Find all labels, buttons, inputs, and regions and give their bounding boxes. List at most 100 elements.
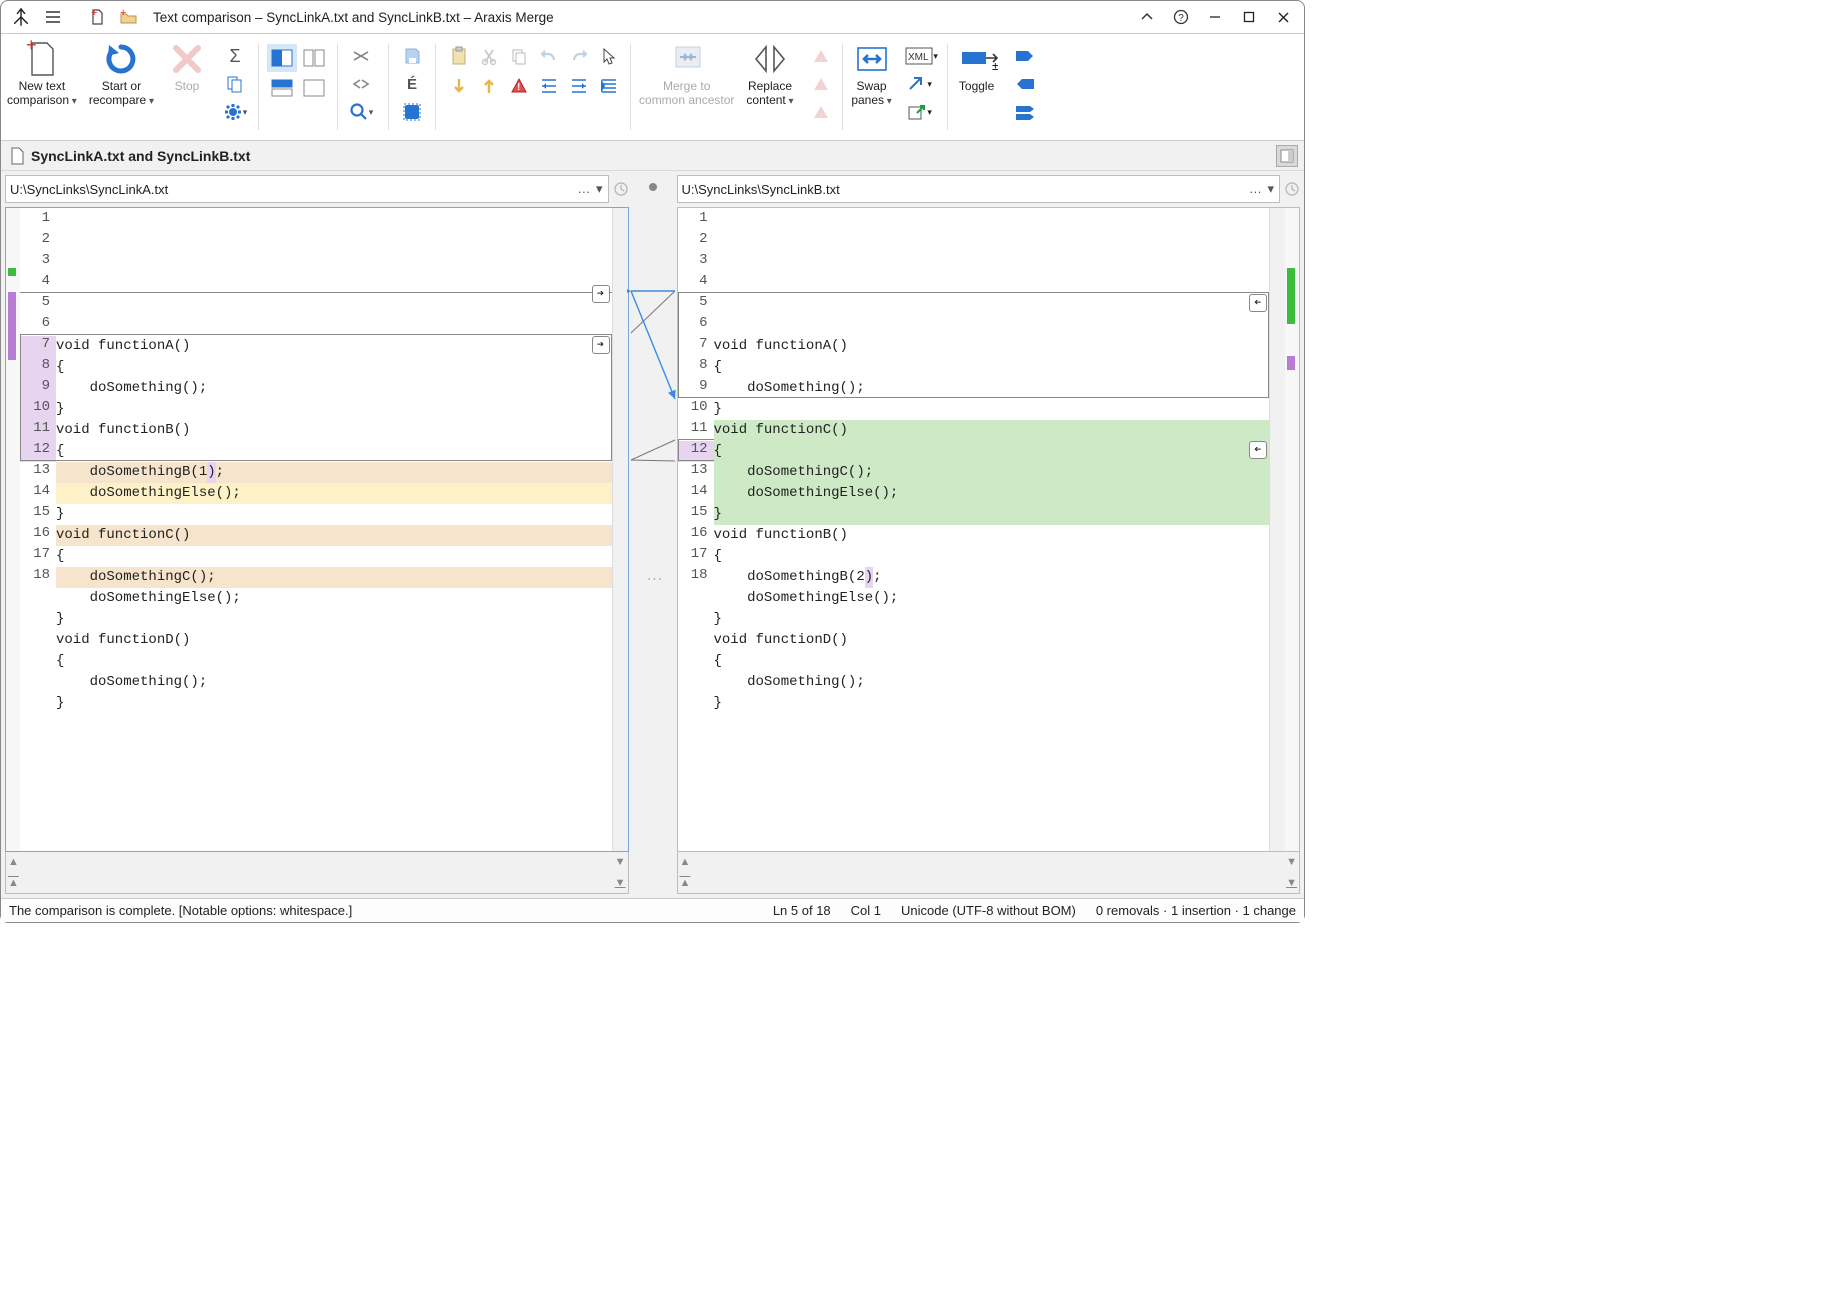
right-path-bar[interactable]: U:\SyncLinks\SyncLinkB.txt … ▾ xyxy=(677,175,1281,203)
cut-icon xyxy=(474,42,504,70)
tab-title[interactable]: SyncLinkA.txt and SyncLinkB.txt xyxy=(31,148,250,164)
start-recompare-button[interactable]: Start or recompare xyxy=(83,34,160,140)
right-overview-strip[interactable] xyxy=(1285,208,1299,851)
xml-icon[interactable]: XML▾ xyxy=(905,42,939,70)
svg-text:?: ? xyxy=(1178,13,1184,24)
app-logo-icon[interactable] xyxy=(9,5,33,29)
left-path-actions[interactable]: … ▾ xyxy=(577,181,603,197)
swap-label: Swap panes xyxy=(851,80,892,108)
right-editor[interactable]: 123456789101112131415161718 ➔ ➔ void fun… xyxy=(677,207,1301,852)
help-icon[interactable]: ? xyxy=(1164,3,1198,31)
merge-right-button-2[interactable]: ➔ xyxy=(592,336,610,354)
merge-right-button-1[interactable]: ➔ xyxy=(592,285,610,303)
svg-text:+: + xyxy=(91,8,97,19)
tab-strip: SyncLinkA.txt and SyncLinkB.txt xyxy=(1,141,1304,171)
paste-icon xyxy=(444,42,474,70)
flag-stripes-icon[interactable] xyxy=(1010,98,1040,126)
alert-mid-icon xyxy=(806,70,836,98)
collapse-icon[interactable] xyxy=(346,42,376,70)
layout-single-icon[interactable] xyxy=(299,74,329,102)
titlebar: + + Text comparison – SyncLinkA.txt and … xyxy=(1,1,1304,33)
toggle-label: Toggle xyxy=(959,80,994,94)
status-col: Col 1 xyxy=(851,903,881,918)
warning-icon[interactable]: ! xyxy=(504,72,534,100)
select-box-icon[interactable] xyxy=(397,98,427,126)
flag-right-blue-icon[interactable] xyxy=(1010,42,1040,70)
svg-text:!: ! xyxy=(517,82,520,93)
status-bar: The comparison is complete. [Notable opt… xyxy=(1,898,1304,922)
svg-text:+: + xyxy=(120,9,126,19)
settings-gear-icon[interactable]: ▾ xyxy=(220,98,250,126)
svg-text:±: ± xyxy=(992,59,998,73)
middle-drag-handle[interactable]: ⋯ xyxy=(647,569,665,589)
merge-left-button-2[interactable]: ➔ xyxy=(1249,441,1267,459)
swap-panes-button[interactable]: Swap panes xyxy=(845,34,899,140)
document-icon xyxy=(9,147,25,165)
maximize-button[interactable] xyxy=(1232,3,1266,31)
merge-to-common-ancestor-button: Merge to common ancestor xyxy=(633,34,740,140)
right-bottom-controls[interactable]: ▲▼ ▲▼ xyxy=(677,852,1301,894)
new-folder-icon[interactable]: + xyxy=(117,5,141,29)
merge-label: Merge to common ancestor xyxy=(639,80,734,108)
align-icon[interactable] xyxy=(594,72,624,100)
left-scrollbar[interactable] xyxy=(612,208,628,851)
left-code[interactable]: ➔ ➔ void functionA(){ doSomething();}voi… xyxy=(56,208,612,851)
indent-right-icon[interactable] xyxy=(564,72,594,100)
toggle-button[interactable]: ± Toggle xyxy=(950,34,1004,140)
start-recompare-label: Start or recompare xyxy=(89,80,154,108)
left-history-icon[interactable] xyxy=(613,181,629,197)
layout-dual-icon[interactable] xyxy=(299,44,329,72)
status-line: Ln 5 of 18 xyxy=(773,903,831,918)
collapse-ribbon-icon[interactable] xyxy=(1130,3,1164,31)
left-path-bar[interactable]: U:\SyncLinks\SyncLinkA.txt … ▾ xyxy=(5,175,609,203)
undo-icon xyxy=(534,42,564,70)
copy-icon xyxy=(504,42,534,70)
svg-text:XML: XML xyxy=(908,52,929,63)
left-gutter: 123456789101112131415161718 xyxy=(20,208,56,851)
left-path: U:\SyncLinks\SyncLinkA.txt xyxy=(10,182,577,197)
layout-split-icon[interactable] xyxy=(267,44,297,72)
window-title: Text comparison – SyncLinkA.txt and Sync… xyxy=(153,10,554,25)
replace-content-button[interactable]: Replace content xyxy=(740,34,799,140)
new-text-comparison-label: New text comparison xyxy=(7,80,77,108)
left-editor[interactable]: 123456789101112131415161718 ➔ ➔ void fun… xyxy=(5,207,629,852)
stop-label: Stop xyxy=(175,80,200,94)
sync-dot-icon[interactable] xyxy=(649,183,657,191)
files-icon[interactable] xyxy=(220,70,250,98)
menu-icon[interactable] xyxy=(41,5,65,29)
indent-left-icon[interactable] xyxy=(534,72,564,100)
tab-panel-toggle-icon[interactable] xyxy=(1276,145,1298,167)
close-button[interactable] xyxy=(1266,3,1300,31)
layout-stack-icon[interactable] xyxy=(267,74,297,102)
format-e-icon[interactable]: É xyxy=(397,70,427,98)
nav-down-yellow-icon[interactable] xyxy=(444,72,474,100)
left-overview-strip[interactable] xyxy=(6,208,20,851)
right-path: U:\SyncLinks\SyncLinkB.txt xyxy=(682,182,1249,197)
expand-icon[interactable] xyxy=(346,70,376,98)
new-text-comparison-button[interactable]: + New text comparison xyxy=(1,34,83,140)
save-icon xyxy=(397,42,427,70)
right-history-icon[interactable] xyxy=(1284,181,1300,197)
sigma-icon[interactable]: Σ xyxy=(220,42,250,70)
middle-connector: ⋯ xyxy=(633,171,673,898)
status-message: The comparison is complete. [Notable opt… xyxy=(9,903,352,918)
right-code[interactable]: ➔ ➔ void functionA(){ doSomething();}voi… xyxy=(714,208,1270,851)
search-icon[interactable]: ▾ xyxy=(346,98,376,126)
replace-label: Replace content xyxy=(746,80,793,108)
status-encoding: Unicode (UTF-8 without BOM) xyxy=(901,903,1076,918)
svg-text:+: + xyxy=(26,37,37,55)
flag-left-blue-icon[interactable] xyxy=(1010,70,1040,98)
export-icon[interactable]: ▾ xyxy=(905,98,935,126)
new-file-icon[interactable]: + xyxy=(85,5,109,29)
merge-left-button-1[interactable]: ➔ xyxy=(1249,294,1267,312)
right-path-actions[interactable]: … ▾ xyxy=(1249,181,1275,197)
alert-down-icon xyxy=(806,98,836,126)
redo-icon xyxy=(564,42,594,70)
cursor-icon[interactable] xyxy=(594,42,624,70)
minimize-button[interactable] xyxy=(1198,3,1232,31)
nav-up-yellow-icon[interactable] xyxy=(474,72,504,100)
right-gutter: 123456789101112131415161718 xyxy=(678,208,714,851)
left-bottom-controls[interactable]: ▲▼ ▲▼ xyxy=(5,852,629,894)
right-scrollbar[interactable] xyxy=(1269,208,1285,851)
link-icon[interactable]: ▾ xyxy=(905,70,935,98)
